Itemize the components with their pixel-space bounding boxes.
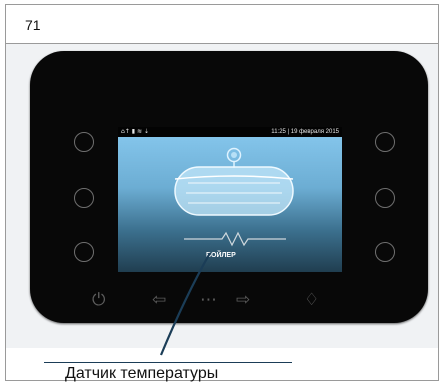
figure-frame: 71 ⌂↑ ▮ ≋ ⇣ 11:25 | 19 февраля 2015 БОЙЛ… [5, 4, 439, 382]
callout-caption: Датчик температуры [65, 365, 219, 382]
caption-underline [44, 362, 292, 363]
callout-leader [159, 252, 211, 356]
